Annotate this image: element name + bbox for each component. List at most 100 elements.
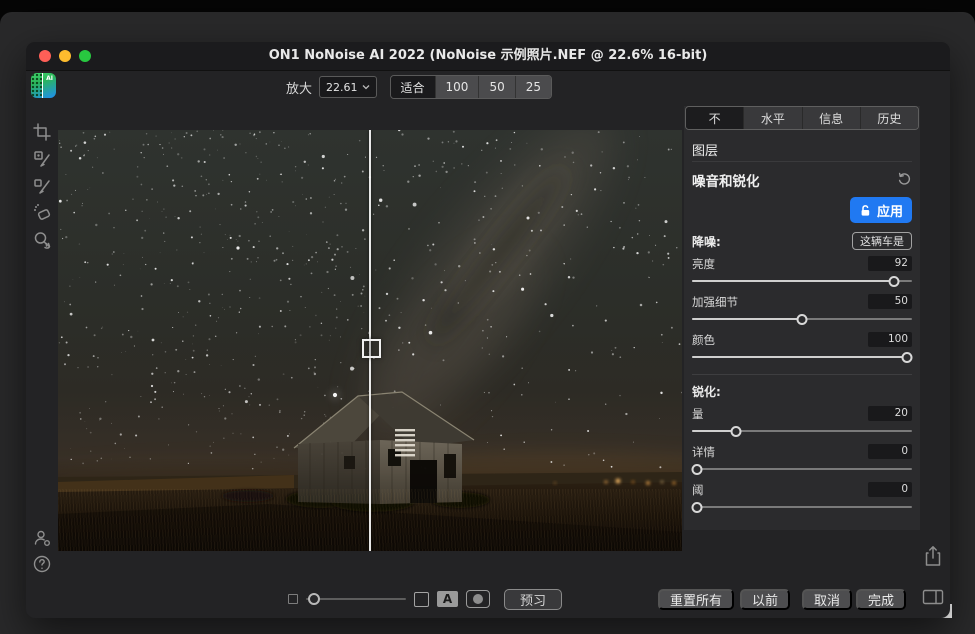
perfect-eraser-tool-button[interactable] xyxy=(32,203,52,223)
tab-info[interactable]: 信息 xyxy=(802,107,860,129)
previous-button[interactable]: 以前 xyxy=(740,589,790,610)
zoom-level-dropdown[interactable]: 22.61 xyxy=(319,76,377,98)
threshold-slider[interactable] xyxy=(692,500,912,515)
masking-brush-tool-button[interactable] xyxy=(32,149,52,169)
slider-label: 阈 xyxy=(692,482,704,498)
share-icon xyxy=(923,544,943,568)
tab-none[interactable]: 不 xyxy=(686,107,743,129)
color-slider[interactable] xyxy=(692,350,912,365)
slider-thumb[interactable] xyxy=(692,502,703,513)
mask-opacity-thumb[interactable] xyxy=(308,593,320,605)
help-button[interactable] xyxy=(32,554,52,574)
panel-divider xyxy=(692,374,912,375)
crop-icon xyxy=(32,122,52,142)
app-logo-icon: AI xyxy=(31,73,56,98)
denoise-label: 降噪: xyxy=(692,233,721,250)
slider-row-color: 颜色 100 xyxy=(692,331,912,365)
masking-brush-icon xyxy=(32,149,52,169)
tab-levels[interactable]: 水平 xyxy=(743,107,801,129)
amount-slider[interactable] xyxy=(692,424,912,439)
dual-view-button[interactable] xyxy=(922,589,944,609)
slider-label: 量 xyxy=(692,406,704,422)
panel-tab-bar: 不 水平 信息 历史 xyxy=(685,106,919,130)
done-button[interactable]: 完成 xyxy=(856,589,906,610)
mask-opacity-min-icon xyxy=(288,594,298,604)
mask-opacity-slider[interactable] xyxy=(306,592,406,606)
slider-value-field[interactable]: 100 xyxy=(868,332,912,347)
enhance-detail-slider[interactable] xyxy=(692,312,912,327)
mask-view-controls: A 预习 xyxy=(288,586,562,612)
app-logo-noise-half xyxy=(31,73,42,98)
layers-header[interactable]: 图层 xyxy=(692,137,912,162)
app-logo-divider xyxy=(42,73,44,98)
zoom-preset-group: 适合 100 50 25 xyxy=(390,75,552,99)
slider-row-threshold: 阈 0 xyxy=(692,481,912,515)
noise-sharpen-section-header: 噪音和锐化 xyxy=(692,167,912,193)
slider-label: 颜色 xyxy=(692,332,715,348)
denoise-header-row: 降噪: 这辆车是 xyxy=(692,231,912,251)
undo-icon xyxy=(897,171,912,186)
settings-panel: 不 水平 信息 历史 图层 噪音和锐化 xyxy=(684,106,920,530)
zoom-controls: 放大 22.61 适合 100 50 25 xyxy=(286,76,552,98)
apply-button-label: 应用 xyxy=(877,201,903,220)
reset-section-button[interactable] xyxy=(897,171,912,190)
slider-thumb[interactable] xyxy=(902,352,913,363)
zoom-25-button[interactable]: 25 xyxy=(515,76,551,98)
tool-strip xyxy=(26,122,58,250)
photo-canvas[interactable] xyxy=(58,130,682,551)
bottom-bar: A 预习 重置所有 以前 取消 完成 xyxy=(26,586,950,612)
local-brush-icon xyxy=(32,176,52,196)
slider-thumb[interactable] xyxy=(692,464,703,475)
sharpen-header-row: 锐化: xyxy=(692,381,912,401)
luminance-slider[interactable] xyxy=(692,274,912,289)
tab-history[interactable]: 历史 xyxy=(860,107,918,129)
detail-slider[interactable] xyxy=(692,462,912,477)
zoom-100-button[interactable]: 100 xyxy=(435,76,479,98)
account-button[interactable] xyxy=(32,528,52,548)
slider-row-detail: 详情 0 xyxy=(692,443,912,477)
slider-thumb[interactable] xyxy=(889,276,900,287)
slider-value-field[interactable]: 0 xyxy=(868,444,912,459)
slider-label: 详情 xyxy=(692,444,715,460)
zoom-pan-icon xyxy=(32,230,52,250)
slider-thumb[interactable] xyxy=(731,426,742,437)
before-after-divider-handle[interactable] xyxy=(362,339,381,358)
slider-row-enhance-detail: 加强细节 50 xyxy=(692,293,912,327)
user-icon xyxy=(32,528,52,548)
unlock-icon xyxy=(859,204,872,217)
slider-label: 加强细节 xyxy=(692,294,738,310)
chevron-down-icon xyxy=(362,84,370,90)
app-window: ON1 NoNoise AI 2022 (NoNoise 示例照片.NEF @ … xyxy=(26,42,950,618)
local-brush-tool-button[interactable] xyxy=(32,176,52,196)
slider-row-amount: 量 20 xyxy=(692,405,912,439)
action-buttons: 重置所有 以前 取消 完成 xyxy=(658,586,944,612)
apply-button[interactable]: 应用 xyxy=(850,197,912,223)
slider-value-field[interactable]: 92 xyxy=(868,256,912,271)
perfect-eraser-icon xyxy=(32,203,52,223)
export-button[interactable] xyxy=(921,543,945,569)
question-mark-icon xyxy=(32,554,52,574)
slider-row-luminance: 亮度 92 xyxy=(692,255,912,289)
cancel-button[interactable]: 取消 xyxy=(802,589,852,610)
slider-value-field[interactable]: 50 xyxy=(868,294,912,309)
slider-thumb[interactable] xyxy=(797,314,808,325)
slider-value-field[interactable]: 0 xyxy=(868,482,912,497)
titlebar: ON1 NoNoise AI 2022 (NoNoise 示例照片.NEF @ … xyxy=(26,42,950,71)
app-logo-ai-label: AI xyxy=(46,75,53,82)
zoom-pan-tool-button[interactable] xyxy=(32,230,52,250)
crop-tool-button[interactable] xyxy=(32,122,52,142)
slider-value-field[interactable]: 20 xyxy=(868,406,912,421)
split-view-icon xyxy=(922,589,944,605)
mask-view-mask-icon[interactable] xyxy=(466,590,490,608)
mask-view-none-icon[interactable] xyxy=(414,592,429,607)
sharpen-label: 锐化: xyxy=(692,383,721,400)
zoom-fit-button[interactable]: 适合 xyxy=(391,76,435,98)
reset-all-button[interactable]: 重置所有 xyxy=(658,589,734,610)
denoise-profile-button[interactable]: 这辆车是 xyxy=(852,232,912,250)
mask-view-overlay-icon[interactable]: A xyxy=(437,591,458,607)
zoom-50-button[interactable]: 50 xyxy=(478,76,514,98)
zoom-level-value: 22.61 xyxy=(326,81,358,94)
desktop: ON1 NoNoise AI 2022 (NoNoise 示例照片.NEF @ … xyxy=(0,0,975,634)
apply-row: 应用 xyxy=(692,195,912,225)
preview-button[interactable]: 预习 xyxy=(504,589,562,610)
